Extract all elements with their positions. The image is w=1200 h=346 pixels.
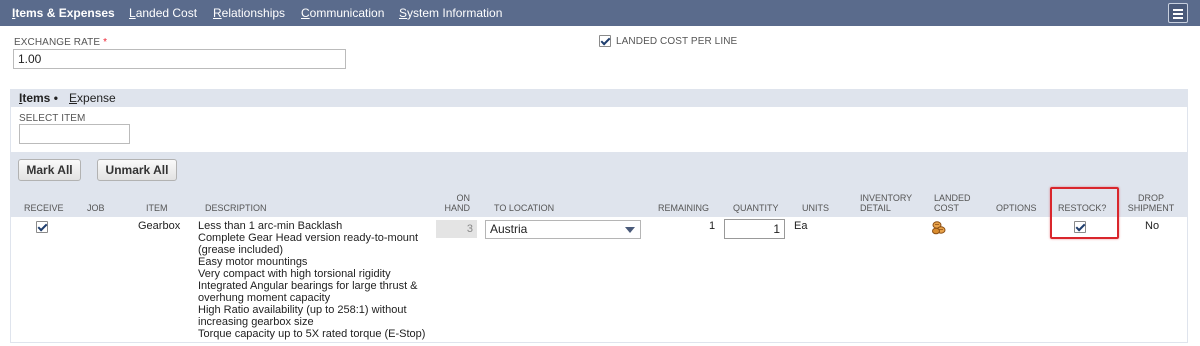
row-item[interactable]: Gearbox: [138, 220, 180, 232]
col-item: ITEM: [146, 203, 168, 213]
receive-checkbox[interactable]: [36, 221, 48, 233]
col-to-location: TO LOCATION: [494, 203, 555, 213]
mark-all-button[interactable]: Mark All: [18, 159, 81, 181]
exchange-rate-input[interactable]: 1.00: [13, 49, 346, 69]
tab-landed-cost[interactable]: Landed Cost: [129, 0, 197, 26]
col-description: DESCRIPTION: [205, 203, 267, 213]
tab-system-information[interactable]: System Information: [399, 0, 502, 26]
col-units: UNITS: [802, 203, 829, 213]
restock-highlight-box: [1050, 187, 1119, 239]
menu-icon[interactable]: [1168, 3, 1188, 23]
tab-bar: Items & Expenses Landed Cost Relationshi…: [0, 0, 1200, 26]
col-drop-shipment: DROP SHIPMENT: [1127, 193, 1175, 213]
subtab-strip: Items • Expense: [10, 89, 1188, 107]
quantity-input[interactable]: 1: [724, 219, 785, 239]
select-item-input[interactable]: [19, 124, 130, 144]
row-remaining: 1: [709, 220, 716, 232]
to-location-select[interactable]: Austria: [485, 220, 641, 239]
landed-cost-per-line-checkbox[interactable]: [599, 35, 611, 47]
coins-icon[interactable]: [931, 220, 947, 236]
tab-communication[interactable]: Communication: [301, 0, 384, 26]
tab-items-expenses[interactable]: Items & Expenses: [12, 0, 115, 26]
row-on-hand: 3: [436, 220, 477, 238]
col-receive: RECEIVE: [24, 203, 64, 213]
col-job: JOB: [87, 203, 105, 213]
subtab-items[interactable]: Items •: [19, 91, 58, 105]
row-description: Less than 1 arc-min Backlash Complete Ge…: [198, 220, 426, 340]
select-item-label: SELECT ITEM: [19, 113, 86, 124]
col-options: OPTIONS: [996, 203, 1037, 213]
col-quantity: QUANTITY: [733, 203, 779, 213]
button-strip: Mark All Unmark All: [10, 153, 1188, 187]
landed-cost-per-line-label: LANDED COST PER LINE: [616, 36, 738, 47]
unmark-all-button[interactable]: Unmark All: [97, 159, 177, 181]
col-landed-cost: LANDED COST: [934, 193, 971, 213]
row-drop-shipment: No: [1145, 220, 1160, 232]
col-on-hand: ON HAND: [444, 193, 470, 213]
tab-relationships[interactable]: Relationships: [213, 0, 285, 26]
col-inventory-detail: INVENTORY DETAIL: [860, 193, 913, 213]
col-remaining: REMAINING: [658, 203, 710, 213]
subtab-expense[interactable]: Expense: [69, 91, 116, 105]
select-item-panel: [10, 107, 1188, 153]
exchange-rate-label: EXCHANGE RATE *: [14, 37, 108, 48]
chevron-down-icon: [625, 227, 635, 233]
row-units: Ea: [794, 220, 808, 232]
